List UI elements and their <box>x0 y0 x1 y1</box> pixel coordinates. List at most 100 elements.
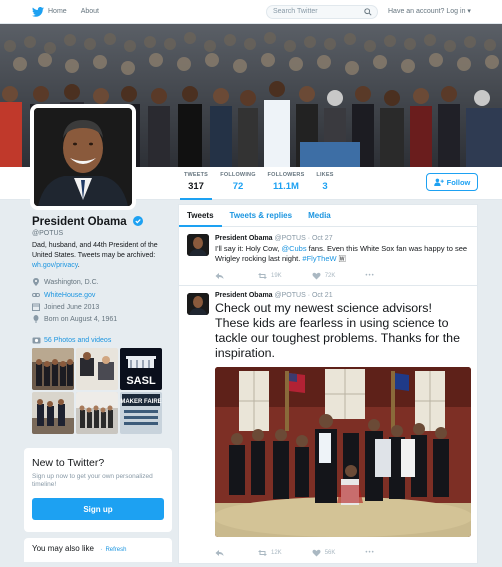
photo-thumb[interactable]: MAKER FAIRE <box>120 392 162 434</box>
stat-followers[interactable]: FOLLOWERS 11.1M <box>266 172 306 192</box>
tweet-author[interactable]: President Obama <box>215 292 273 299</box>
follow-button[interactable]: Follow <box>426 173 478 191</box>
tweet-meta[interactable]: @POTUS · Oct 27 <box>275 235 333 242</box>
nav-about-link[interactable]: About <box>81 8 99 15</box>
location-text: Washington, D.C. <box>44 278 99 286</box>
camera-icon <box>32 337 41 344</box>
retweet-icon <box>258 273 267 279</box>
more-button[interactable]: ••• <box>365 273 374 279</box>
tweet-meta[interactable]: @POTUS · Oct 21 <box>275 292 333 299</box>
tweet-author[interactable]: President Obama <box>215 235 273 242</box>
profile-name-text: President Obama <box>32 216 127 228</box>
stat-likes-label: LIKES <box>316 172 334 178</box>
bio-text: Dad, husband, and 44th President of the … <box>32 242 158 259</box>
follow-label: Follow <box>446 177 471 187</box>
website-link[interactable]: WhiteHouse.gov <box>44 292 95 299</box>
stat-following[interactable]: FOLLOWING 72 <box>218 172 258 192</box>
tweet-mention-link[interactable]: @Cubs <box>281 244 306 253</box>
have-account-text: Have an account? <box>388 8 445 15</box>
photos-videos-label: 56 Photos and videos <box>44 336 112 344</box>
top-nav: Home About Search Twitter Have an accoun… <box>0 0 502 24</box>
more-button[interactable]: ••• <box>365 550 374 556</box>
reply-icon <box>215 273 224 279</box>
signup-title: New to Twitter? <box>32 457 105 469</box>
search-input[interactable]: Search Twitter <box>266 5 378 19</box>
login-area: Have an account? Log in ▾ <box>388 7 471 15</box>
stat-tweets-value: 317 <box>188 181 204 192</box>
reply-button[interactable] <box>215 549 228 557</box>
bio-privacy-link[interactable]: wh.gov/privacy <box>32 262 78 269</box>
profile-website: WhiteHouse.gov <box>32 291 95 299</box>
twitter-bird-icon[interactable] <box>32 6 44 17</box>
nav-home-link[interactable]: Home <box>48 8 67 15</box>
calendar-icon <box>32 303 40 311</box>
stat-likes[interactable]: LIKES 3 <box>314 172 336 192</box>
stat-following-value: 72 <box>232 181 244 192</box>
balloon-icon <box>33 315 39 323</box>
verified-badge-icon <box>132 216 143 226</box>
profile-handle[interactable]: @POTUS <box>32 230 63 237</box>
tab-tweets[interactable]: Tweets <box>179 205 222 227</box>
profile-bio: Dad, husband, and 44th President of the … <box>32 241 172 271</box>
tab-tweets-replies[interactable]: Tweets & replies <box>222 205 301 227</box>
like-button[interactable]: 56K <box>312 549 335 557</box>
thumb-text-1: SASL <box>126 375 156 387</box>
add-user-icon <box>433 178 444 186</box>
location-pin-icon <box>33 278 39 286</box>
link-icon <box>32 293 40 297</box>
refresh-link[interactable]: Refresh <box>105 547 126 553</box>
more-icon: ••• <box>365 273 375 279</box>
profile-avatar[interactable] <box>30 104 136 210</box>
stat-tweets-label: TWEETS <box>183 172 209 178</box>
retweet-button[interactable]: 19K <box>258 272 282 280</box>
login-caret-icon[interactable]: ▾ <box>467 8 471 15</box>
profile-joined: Joined June 2013 <box>32 303 99 311</box>
tweet-text-a: I'll say it: Holy Cow, <box>215 244 282 253</box>
stat-followers-label: FOLLOWERS <box>267 172 305 178</box>
photos-videos-link[interactable]: 56 Photos and videos <box>32 336 111 344</box>
tweet-hashtag-link[interactable]: #FlyTheW <box>302 254 336 263</box>
stat-tweets[interactable]: TWEETS 317 <box>180 172 212 200</box>
tweet-item[interactable]: President Obama @POTUS · Oct 27 I'll say… <box>179 228 477 286</box>
stat-likes-value: 3 <box>322 181 328 192</box>
heart-icon <box>312 549 321 557</box>
photo-thumb[interactable] <box>32 348 74 390</box>
photo-thumb[interactable]: SASL <box>120 348 162 390</box>
thumb-text-2: MAKER FAIRE <box>120 399 161 405</box>
tweet-avatar[interactable] <box>187 234 209 256</box>
birthday-text: Born on August 4, 1961 <box>44 315 118 323</box>
tweet-avatar[interactable] <box>187 293 209 315</box>
tweet-header: President Obama @POTUS · Oct 27 <box>215 235 333 242</box>
reply-icon <box>215 550 224 556</box>
tweet-text: Check out my newest science advisors! Th… <box>215 301 460 360</box>
you-may-also-like: You may also like · Refresh <box>24 538 172 562</box>
joined-text: Joined June 2013 <box>44 303 100 311</box>
signup-button[interactable]: Sign up <box>32 498 164 520</box>
photo-thumb[interactable] <box>76 392 118 434</box>
search-icon[interactable] <box>364 8 372 16</box>
photo-thumb[interactable] <box>32 392 74 434</box>
refresh-separator: · <box>100 547 103 553</box>
tab-media[interactable]: Media <box>300 205 339 227</box>
timeline-tabs: Tweets Tweets & replies Media <box>179 205 477 227</box>
more-icon: ••• <box>365 550 375 556</box>
tweet-actions: 12K 56K ••• <box>215 549 405 557</box>
retweet-count: 12K <box>271 550 282 556</box>
tweet-photo[interactable] <box>215 367 471 537</box>
login-link[interactable]: Log in <box>446 8 465 15</box>
hashtag-emoji: 🅆 <box>338 256 346 263</box>
search-placeholder: Search Twitter <box>273 8 318 15</box>
tweet-text: I'll say it: Holy Cow, @Cubs fans. Even … <box>215 244 469 265</box>
bio-end: . <box>77 262 80 269</box>
retweet-count: 19K <box>271 273 282 279</box>
profile-name[interactable]: President Obama <box>32 216 143 228</box>
photo-thumb[interactable] <box>76 348 118 390</box>
reply-button[interactable] <box>215 272 228 280</box>
like-count: 72K <box>324 273 336 279</box>
stat-following-label: FOLLOWING <box>220 172 256 178</box>
profile-location: Washington, D.C. <box>32 278 99 286</box>
like-button[interactable]: 72K <box>312 272 336 280</box>
retweet-button[interactable]: 12K <box>258 549 282 557</box>
tweet-item[interactable]: President Obama @POTUS · Oct 21 Check ou… <box>179 287 477 567</box>
stat-followers-value: 11.1M <box>273 181 299 192</box>
